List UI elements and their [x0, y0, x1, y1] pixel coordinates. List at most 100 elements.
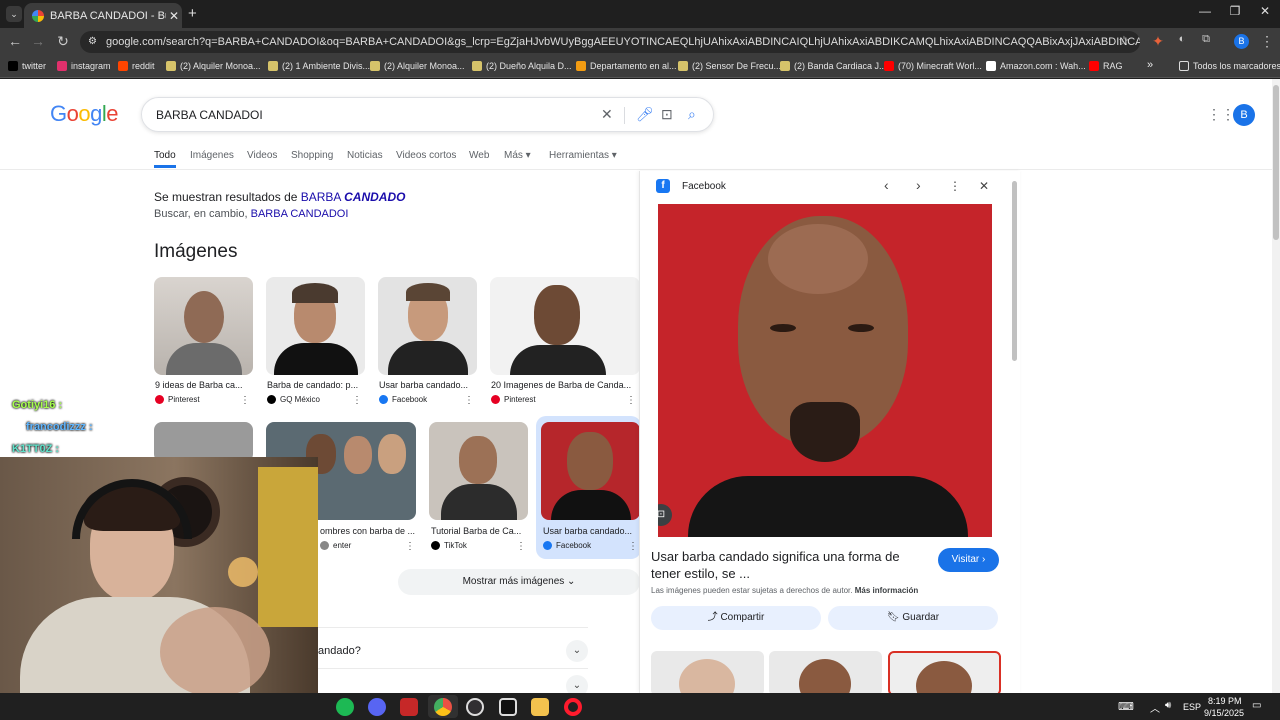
- back-button[interactable]: ←: [5, 33, 25, 49]
- clear-search-icon[interactable]: ✕: [601, 106, 613, 123]
- search-tab[interactable]: Más ▾: [504, 150, 531, 161]
- more-options-icon[interactable]: ⋮: [949, 179, 961, 193]
- more-options-icon[interactable]: ⋮: [464, 395, 474, 406]
- close-window-button[interactable]: ✕: [1250, 4, 1280, 18]
- image-result-caption[interactable]: 9 ideas de Barba ca...: [155, 380, 252, 390]
- image-result-4[interactable]: [490, 277, 640, 375]
- visit-button[interactable]: Visitar ›: [938, 548, 999, 572]
- chevron-down-icon[interactable]: ⌄: [566, 640, 588, 662]
- extension-icon[interactable]: ✦: [1148, 33, 1168, 50]
- more-options-icon[interactable]: ⋮: [516, 541, 526, 552]
- panel-title[interactable]: Usar barba candado significa una forma d…: [651, 548, 921, 582]
- tray-chevron-icon[interactable]: ︿: [1150, 700, 1160, 715]
- image-result-source[interactable]: Facebook: [543, 541, 591, 550]
- tab-list-icon[interactable]: ⌄: [6, 6, 22, 22]
- bookmark-item[interactable]: instagram: [57, 61, 111, 71]
- bookmark-star-icon[interactable]: ☆: [1114, 33, 1134, 49]
- clock-time[interactable]: 8:19 PM: [1208, 696, 1242, 706]
- discord-icon[interactable]: [368, 698, 386, 716]
- bookmark-item[interactable]: (70) Minecraft Worl...: [884, 61, 982, 71]
- bookmark-item[interactable]: (2) 1 Ambiente Divis...: [268, 61, 370, 71]
- more-options-icon[interactable]: ⋮: [352, 395, 362, 406]
- browser-menu-icon[interactable]: ⋮: [1257, 33, 1277, 50]
- related-image-1[interactable]: [651, 651, 764, 693]
- search-input[interactable]: BARBA CANDADOI ✕ 🎤︎ ⊡ ⌕: [141, 97, 714, 132]
- image-result-caption[interactable]: 20 Imagenes de Barba de Canda...: [491, 380, 638, 390]
- image-result-source[interactable]: Facebook: [379, 395, 427, 404]
- image-result-source[interactable]: GQ México: [267, 395, 320, 404]
- previous-image-icon[interactable]: ‹: [884, 177, 889, 193]
- extensions-puzzle-icon[interactable]: ⧉: [1196, 33, 1216, 46]
- search-tab[interactable]: Shopping: [291, 150, 333, 161]
- image-result-caption[interactable]: Usar barba candado...: [543, 526, 640, 536]
- account-avatar[interactable]: B: [1233, 104, 1255, 126]
- image-result-7[interactable]: [429, 422, 528, 520]
- image-result-1[interactable]: [154, 277, 253, 375]
- opera-icon[interactable]: [564, 698, 582, 716]
- bookmark-item[interactable]: RAG: [1089, 61, 1123, 71]
- keyboard-icon[interactable]: ⌨: [1118, 700, 1134, 713]
- spotify-icon[interactable]: [336, 698, 354, 716]
- related-image-3[interactable]: [888, 651, 1001, 693]
- panel-scrollbar[interactable]: [1012, 181, 1017, 361]
- next-image-icon[interactable]: ›: [916, 177, 921, 193]
- bookmark-item[interactable]: (2) Alquiler Monoa...: [166, 61, 261, 71]
- image-result-8-selected[interactable]: [541, 422, 640, 520]
- close-panel-icon[interactable]: ✕: [979, 179, 989, 193]
- show-more-images-button[interactable]: Mostrar más imágenes ⌄: [398, 569, 640, 595]
- image-result-source[interactable]: Pinterest: [155, 395, 200, 404]
- close-tab-icon[interactable]: ✕: [166, 9, 182, 23]
- search-tab[interactable]: Herramientas ▾: [549, 150, 617, 161]
- more-options-icon[interactable]: ⋮: [405, 541, 415, 552]
- image-result-3[interactable]: [378, 277, 477, 375]
- obs-icon[interactable]: [466, 698, 484, 716]
- bookmark-item[interactable]: twitter: [8, 61, 46, 71]
- app-icon[interactable]: [499, 698, 517, 716]
- profile-avatar[interactable]: B: [1234, 34, 1249, 49]
- language-indicator[interactable]: ESP: [1183, 702, 1201, 712]
- reload-button[interactable]: ↻: [53, 33, 73, 50]
- search-tab[interactable]: Noticias: [347, 150, 383, 161]
- image-result-source[interactable]: TikTok: [431, 541, 467, 550]
- corrected-query-link[interactable]: BARBA CANDADO: [301, 190, 406, 204]
- site-info-icon[interactable]: ⚙: [88, 31, 97, 53]
- volume-icon[interactable]: 🔊︎: [1165, 700, 1171, 711]
- page-scrollbar-thumb[interactable]: [1273, 85, 1279, 240]
- forward-button[interactable]: →: [28, 33, 48, 49]
- extension-2-icon[interactable]: ◐: [1172, 33, 1192, 45]
- lens-icon[interactable]: ⊡: [658, 504, 672, 526]
- save-button[interactable]: 🔖︎ Guardar: [828, 606, 998, 630]
- original-query-link[interactable]: BARBA CANDADOI: [251, 208, 349, 220]
- bookmark-item[interactable]: (2) Banda Cardiaca J...: [780, 61, 887, 71]
- more-options-icon[interactable]: ⋮: [628, 541, 638, 552]
- bookmark-item[interactable]: Departamento en al...: [576, 61, 677, 71]
- image-result-caption[interactable]: ombres con barba de ...: [320, 526, 417, 536]
- bookmark-item[interactable]: Amazon.com : Wah...: [986, 61, 1086, 71]
- image-result-source[interactable]: Pinterest: [491, 395, 536, 404]
- search-tab[interactable]: Videos: [247, 150, 277, 161]
- notifications-icon[interactable]: ▭: [1252, 700, 1261, 711]
- file-explorer-icon[interactable]: [531, 698, 549, 716]
- more-options-icon[interactable]: ⋮: [240, 395, 250, 406]
- app-icon[interactable]: [400, 698, 418, 716]
- image-result-caption[interactable]: Barba de candado: p...: [267, 380, 364, 390]
- image-result-caption[interactable]: Tutorial Barba de Ca...: [431, 526, 528, 536]
- bookmark-item[interactable]: (2) Alquiler Monoa...: [370, 61, 465, 71]
- bookmark-item[interactable]: reddit: [118, 61, 155, 71]
- apps-grid-icon[interactable]: ⋮⋮: [1207, 106, 1235, 123]
- search-tab[interactable]: Imágenes: [190, 150, 234, 161]
- bookmark-item[interactable]: (2) Dueño Alquila D...: [472, 61, 572, 71]
- bookmarks-overflow-button[interactable]: »: [1147, 59, 1153, 71]
- address-bar[interactable]: ⚙ google.com/search?q=BARBA+CANDADOI&oq=…: [80, 31, 1140, 53]
- search-tab[interactable]: Videos cortos: [396, 150, 456, 161]
- panel-source[interactable]: f Facebook: [656, 179, 726, 193]
- clock-date[interactable]: 9/15/2025: [1204, 708, 1244, 718]
- voice-search-icon[interactable]: 🎤︎: [636, 106, 654, 123]
- share-button[interactable]: ⤴ Compartir: [651, 606, 821, 630]
- image-result-2[interactable]: [266, 277, 365, 375]
- bookmark-item[interactable]: (2) Sensor De Frecu...: [678, 61, 781, 71]
- related-image-2[interactable]: [769, 651, 882, 693]
- more-info-link[interactable]: Más información: [855, 586, 919, 595]
- image-result-caption[interactable]: Usar barba candado...: [379, 380, 476, 390]
- minimize-button[interactable]: —: [1190, 4, 1220, 18]
